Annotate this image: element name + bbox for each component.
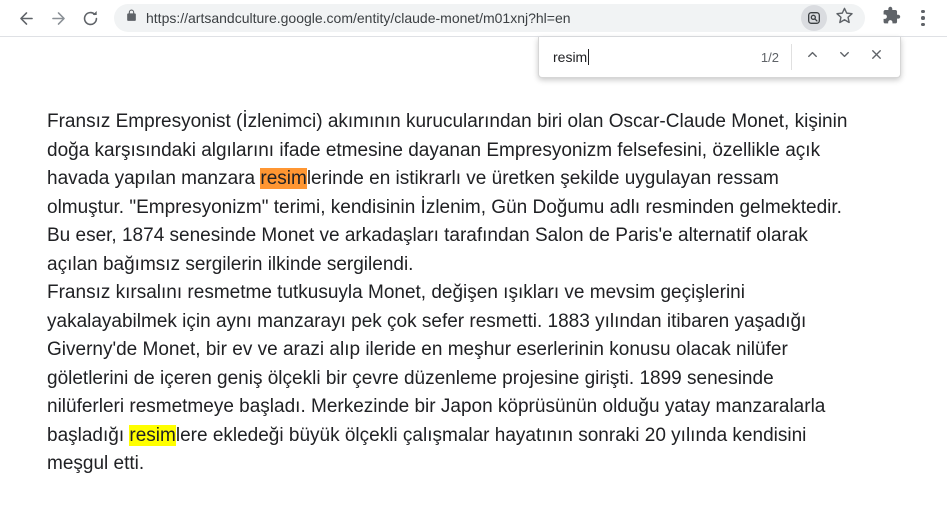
find-bar-divider bbox=[791, 44, 792, 70]
close-icon bbox=[869, 47, 884, 67]
text-segment: göletlerini de içeren geniş ölçekli bir … bbox=[47, 367, 774, 389]
star-icon bbox=[835, 6, 854, 30]
text-line: Fransız Empresyonist (İzlenimci) akımını… bbox=[47, 108, 917, 137]
browser-toolbar: https://artsandculture.google.com/entity… bbox=[0, 0, 947, 37]
text-line: yakalayabilmek için aynı manzarayı pek ç… bbox=[47, 308, 917, 337]
next-match-button[interactable] bbox=[828, 41, 860, 73]
text-line: başladığı resimlere ekledeği büyük ölçek… bbox=[47, 422, 917, 451]
text-line: olmuştur. "Empresyonizm" terimi, kendisi… bbox=[47, 194, 917, 223]
text-segment: başladığı bbox=[47, 424, 130, 446]
close-find-button[interactable] bbox=[860, 41, 892, 73]
text-segment: olmuştur. "Empresyonizm" terimi, kendisi… bbox=[47, 196, 842, 218]
bookmark-button[interactable] bbox=[829, 4, 859, 32]
find-match-count: 1/2 bbox=[760, 49, 779, 65]
find-input[interactable]: resim bbox=[553, 37, 761, 77]
document-search-icon bbox=[801, 5, 827, 31]
text-segment: havada yapılan manzara bbox=[47, 168, 261, 189]
text-segment: nilüferleri resmetmeye başladı. Merkezin… bbox=[47, 396, 826, 417]
text-segment: Fransız kırsalını resmetme tutkusuyla Mo… bbox=[47, 282, 745, 303]
text-line: açılan bağımsız sergilerin ilkinde sergi… bbox=[47, 251, 917, 280]
find-query-text: resim bbox=[553, 49, 588, 65]
text-line: doğa karşısındaki algılarını ifade etmes… bbox=[47, 137, 917, 166]
forward-button[interactable] bbox=[44, 4, 72, 32]
browser-menu-button[interactable] bbox=[909, 4, 937, 32]
lock-icon[interactable] bbox=[125, 8, 138, 28]
text-segment: meşgul etti. bbox=[47, 453, 145, 474]
extensions-button[interactable] bbox=[877, 4, 905, 32]
text-segment: lere ekledeği büyük ölçekli çalışmalar h… bbox=[175, 424, 807, 446]
text-line: havada yapılan manzara resimlerinde en i… bbox=[47, 165, 917, 194]
search-page-button[interactable] bbox=[799, 4, 829, 32]
back-arrow-icon bbox=[17, 9, 36, 28]
text-segment: doğa karşısındaki algılarını ifade etmes… bbox=[47, 139, 821, 161]
text-line: Fransız kırsalını resmetme tutkusuyla Mo… bbox=[47, 279, 917, 308]
chevron-up-icon bbox=[805, 47, 820, 67]
text-line: Bu eser, 1874 senesinde Monet ve arkadaş… bbox=[47, 222, 917, 251]
address-bar[interactable]: https://artsandculture.google.com/entity… bbox=[114, 4, 865, 32]
find-match-active: resim bbox=[260, 168, 307, 189]
url-text: https://artsandculture.google.com/entity… bbox=[146, 10, 571, 26]
reload-button[interactable] bbox=[76, 4, 104, 32]
text-line: meşgul etti. bbox=[47, 450, 917, 479]
kebab-menu-icon bbox=[921, 9, 925, 27]
text-line: Giverny'de Monet, bir ev ve arazi alıp i… bbox=[47, 336, 917, 365]
text-segment: Giverny'de Monet, bir ev ve arazi alıp i… bbox=[47, 339, 788, 360]
previous-match-button[interactable] bbox=[796, 41, 828, 73]
find-match-inactive: resim bbox=[129, 424, 176, 446]
forward-arrow-icon bbox=[49, 9, 68, 28]
text-segment: Bu eser, 1874 senesinde Monet ve arkadaş… bbox=[47, 225, 808, 246]
text-line: göletlerini de içeren geniş ölçekli bir … bbox=[47, 365, 917, 394]
reload-icon bbox=[81, 9, 100, 28]
find-bar: resim 1/2 bbox=[538, 37, 901, 78]
text-segment: yakalayabilmek için aynı manzarayı pek ç… bbox=[47, 310, 807, 332]
article-text: Fransız Empresyonist (İzlenimci) akımını… bbox=[0, 37, 947, 479]
text-line: nilüferleri resmetmeye başladı. Merkezin… bbox=[47, 393, 917, 422]
text-segment: Fransız Empresyonist (İzlenimci) akımını… bbox=[47, 111, 848, 132]
chevron-down-icon bbox=[837, 47, 852, 67]
text-segment: lerinde en istikrarlı ve üretken şekilde… bbox=[306, 168, 779, 189]
back-button[interactable] bbox=[12, 4, 40, 32]
text-caret bbox=[588, 49, 590, 65]
puzzle-icon bbox=[882, 6, 901, 30]
text-segment: açılan bağımsız sergilerin ilkinde sergi… bbox=[47, 253, 414, 275]
